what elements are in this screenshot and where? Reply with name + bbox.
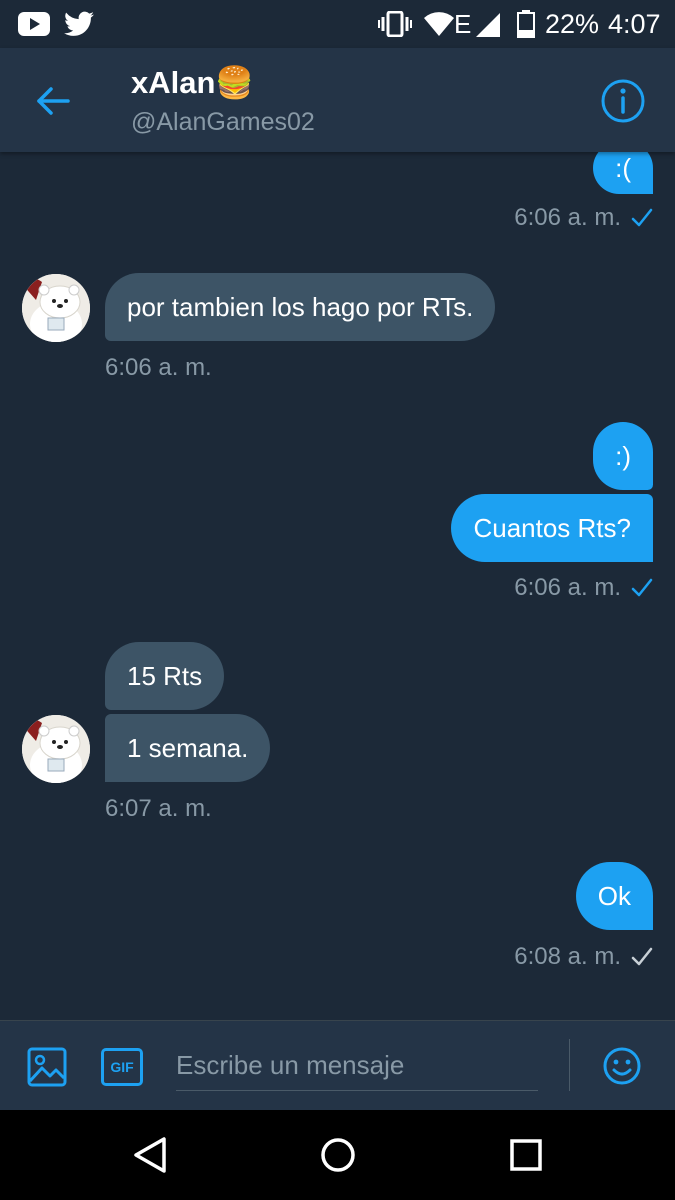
read-check-icon (631, 578, 653, 597)
battery-percent: 22% (545, 8, 600, 39)
android-navigation-bar (0, 1110, 675, 1200)
divider (569, 1039, 570, 1091)
polar-bear-avatar-image (22, 274, 90, 342)
nav-home-button[interactable] (318, 1135, 358, 1175)
image-icon (27, 1047, 67, 1087)
back-arrow-icon (37, 87, 70, 115)
back-button[interactable] (28, 76, 78, 126)
timestamp-text: 6:06 a. m. (514, 204, 621, 231)
message-list[interactable]: :( 6:06 a. m. por tambien los hago por R… (0, 152, 675, 1020)
read-check-icon (631, 208, 653, 227)
message-bubble-incoming[interactable]: 1 semana. (105, 714, 271, 782)
info-button[interactable] (600, 78, 646, 124)
message-bubble-outgoing[interactable]: :( (593, 152, 653, 194)
gif-button[interactable]: GIF (101, 1048, 143, 1086)
timestamp-text: 6:06 a. m. (514, 574, 621, 601)
contact-handle: @AlanGames02 (131, 108, 315, 136)
message-bubble-outgoing[interactable]: Cuantos Rts? (451, 494, 653, 562)
message-composer: GIF Escribe un mensaje (0, 1020, 675, 1110)
emoji-button[interactable] (602, 1046, 642, 1086)
battery-icon (517, 0, 535, 48)
youtube-icon (18, 0, 50, 48)
circle-home-icon (321, 1138, 355, 1172)
info-icon (601, 79, 645, 123)
polar-bear-avatar-image (22, 715, 90, 783)
message-bubble-outgoing[interactable]: Ok (575, 862, 653, 930)
conversation-header: xAlan🍔 @AlanGames02 (0, 48, 675, 152)
nav-back-button[interactable] (130, 1135, 170, 1175)
message-text: :) (615, 441, 631, 471)
message-text: por tambien los hago por RTs. (127, 292, 474, 322)
message-bubble-incoming[interactable]: por tambien los hago por RTs. (105, 273, 496, 341)
message-bubble-outgoing[interactable]: :) (593, 422, 653, 490)
message-timestamp: 6:06 a. m. (514, 574, 653, 602)
sent-check-icon (631, 947, 653, 966)
nav-recents-button[interactable] (506, 1135, 546, 1175)
message-timestamp: 6:06 a. m. (514, 204, 653, 232)
message-timestamp: 6:07 a. m. (105, 795, 212, 822)
message-text: :( (615, 153, 631, 183)
square-recents-icon (510, 1139, 542, 1171)
contact-name[interactable]: xAlan🍔 (131, 64, 254, 101)
avatar[interactable] (22, 715, 90, 783)
message-bubble-incoming[interactable]: 15 Rts (105, 642, 225, 710)
smiley-icon (603, 1047, 641, 1085)
avatar[interactable] (22, 274, 90, 342)
status-bar: E 22% 4:07 (0, 0, 675, 48)
message-timestamp: 6:06 a. m. (105, 354, 212, 381)
wifi-icon (424, 0, 454, 48)
clock: 4:07 (608, 8, 661, 39)
timestamp-text: 6:08 a. m. (514, 943, 621, 970)
message-text: 15 Rts (127, 661, 203, 691)
triangle-back-icon (134, 1137, 166, 1173)
message-input-placeholder: Escribe un mensaje (176, 1050, 405, 1080)
network-type: E (454, 8, 472, 39)
message-text: Ok (597, 881, 631, 911)
twitter-icon (64, 0, 94, 48)
message-timestamp: 6:08 a. m. (514, 943, 653, 971)
message-text: 1 semana. (127, 733, 249, 763)
gif-label: GIF (110, 1059, 134, 1075)
message-input[interactable]: Escribe un mensaje (176, 1041, 538, 1091)
message-text: Cuantos Rts? (473, 513, 631, 543)
signal-icon (474, 0, 500, 48)
vibrate-icon (378, 0, 412, 48)
photo-button[interactable] (27, 1047, 67, 1087)
